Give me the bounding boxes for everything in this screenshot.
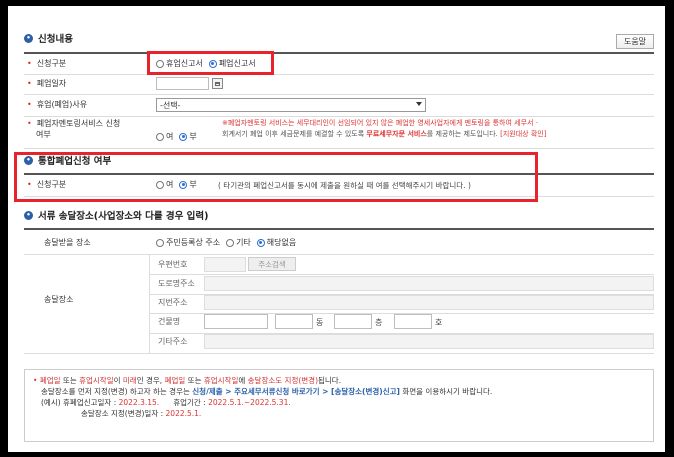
section-bullet-icon: • [24,33,33,43]
field-label-zip: 우편번호 [158,260,188,269]
mentoring-radio-group: 여 부 [156,131,203,142]
notice-line-2: 송달장소를 먼저 지정(변경) 하고자 하는 경우는 신청/제출 > 주요세무서… [41,387,493,396]
field-label-building: 건물명 [158,317,181,326]
notice-bullet-icon: • [33,376,38,385]
section-title-text: 신청내용 [38,34,73,45]
building-name-input[interactable] [204,314,268,329]
floor-unit-label: 층 [375,317,383,327]
mentoring-description: ※폐업자멘토링 서비스는 세무대리인이 선임되어 있지 않은 폐업한 영세사업자… [222,119,547,138]
notice-segment: 송달장소도 지정(변경) [247,376,318,385]
notice-segment: 됩니다. [318,376,342,385]
notice-segment: 휴업시작일 [79,376,114,385]
address-search-button[interactable]: 주소검색 [248,257,296,271]
radio-option-other[interactable]: 기타 [226,237,251,248]
required-icon: • [27,119,32,128]
notice-segment: 에 [238,376,248,385]
ho-unit-label: 호 [435,317,443,327]
radio-option-yes[interactable]: 여 [156,131,173,142]
other-address-input[interactable] [204,334,654,349]
notice-segment: 휴업시작일 [203,376,239,385]
field-label-delivery-place: 송달장소 [44,294,74,304]
notice-segment: 폐업일 [39,376,61,385]
radio-selected-icon[interactable] [256,238,265,247]
field-label-mentoring: • 폐업자멘토링서비스 신청 여부 [27,119,121,139]
notice-segment: 폐업일 [164,376,186,385]
field-label-road-address: 도로명주소 [158,279,195,288]
calendar-icon[interactable] [212,78,223,89]
form-page: • 신청내용 도움말 • 신청구분 휴업신고서 폐업신고서 • 폐업일자 • 휴업(폐… [8,6,665,452]
field-label-reason: • 휴업(폐업)사유 [27,99,88,109]
section-bullet-icon: • [24,210,33,220]
field-label-receive-place: 송달받을 장소 [44,237,91,247]
field-label-jibun-address: 지번주소 [158,298,188,307]
building-dong-input[interactable] [275,314,313,329]
radio-icon[interactable] [226,238,235,247]
radio-selected-icon[interactable] [179,132,188,141]
help-button[interactable]: 도움말 [616,34,654,49]
required-icon: • [27,58,32,68]
radio-option-none[interactable]: 해당없음 [256,237,296,248]
radio-icon[interactable] [156,132,164,141]
closure-date-input[interactable] [156,77,209,90]
highlight-box-integrated [14,152,538,202]
reason-select[interactable]: -선택- [156,98,426,112]
road-address-input[interactable] [204,276,654,291]
zip-input[interactable] [204,257,246,272]
section-title-application: • 신청내용 [24,31,73,45]
building-floor-input[interactable] [334,314,372,329]
notice-segment: 인 경우, [136,376,165,385]
notice-segment: 미래 [122,376,137,385]
notice-example-line-2: 송달장소 지정(변경)일자 : 2022.5.1. [81,409,202,418]
dong-unit-label: 동 [316,317,324,327]
notice-segment: 또는 [185,376,204,385]
section-title-delivery: • 서류 송달장소(사업장소와 다를 경우 입력) [24,208,209,222]
field-label-report-type: • 신청구분 [27,58,67,68]
delivery-place-menu-link[interactable]: 신청/제출 > 주요세무서류신청 바로가기 > [송달장소(변경)신고] [192,387,400,396]
required-icon: • [27,78,32,88]
notice-example-line: (예시) 휴폐업신고일자 : 2022.3.15. 휴업기간 : 2022.5.1… [41,398,291,407]
required-icon: • [27,99,32,109]
field-label-closure-date: • 폐업일자 [27,78,67,88]
highlight-box-report-type [147,51,274,75]
support-target-link[interactable]: [지원대상 확인] [500,130,546,138]
notice-segment: 이 [113,376,123,385]
jibun-address-input[interactable] [204,295,654,310]
radio-option-no[interactable]: 부 [179,131,197,142]
field-label-other-address: 기타주소 [158,337,188,346]
building-ho-input[interactable] [394,314,432,329]
radio-option-resident-address[interactable]: 주민등록상 주소 [156,237,220,248]
notice-line-1: • 폐업일 또는 휴업시작일이 미래인 경우, 폐업일 또는 휴업시작일에 송달… [33,375,648,386]
section-divider [24,52,654,54]
radio-icon[interactable] [156,238,164,247]
chevron-down-icon [416,102,422,106]
receive-place-radio-group: 주민등록상 주소 기타 해당없음 [156,237,302,248]
notice-segment: 또는 [60,376,80,385]
